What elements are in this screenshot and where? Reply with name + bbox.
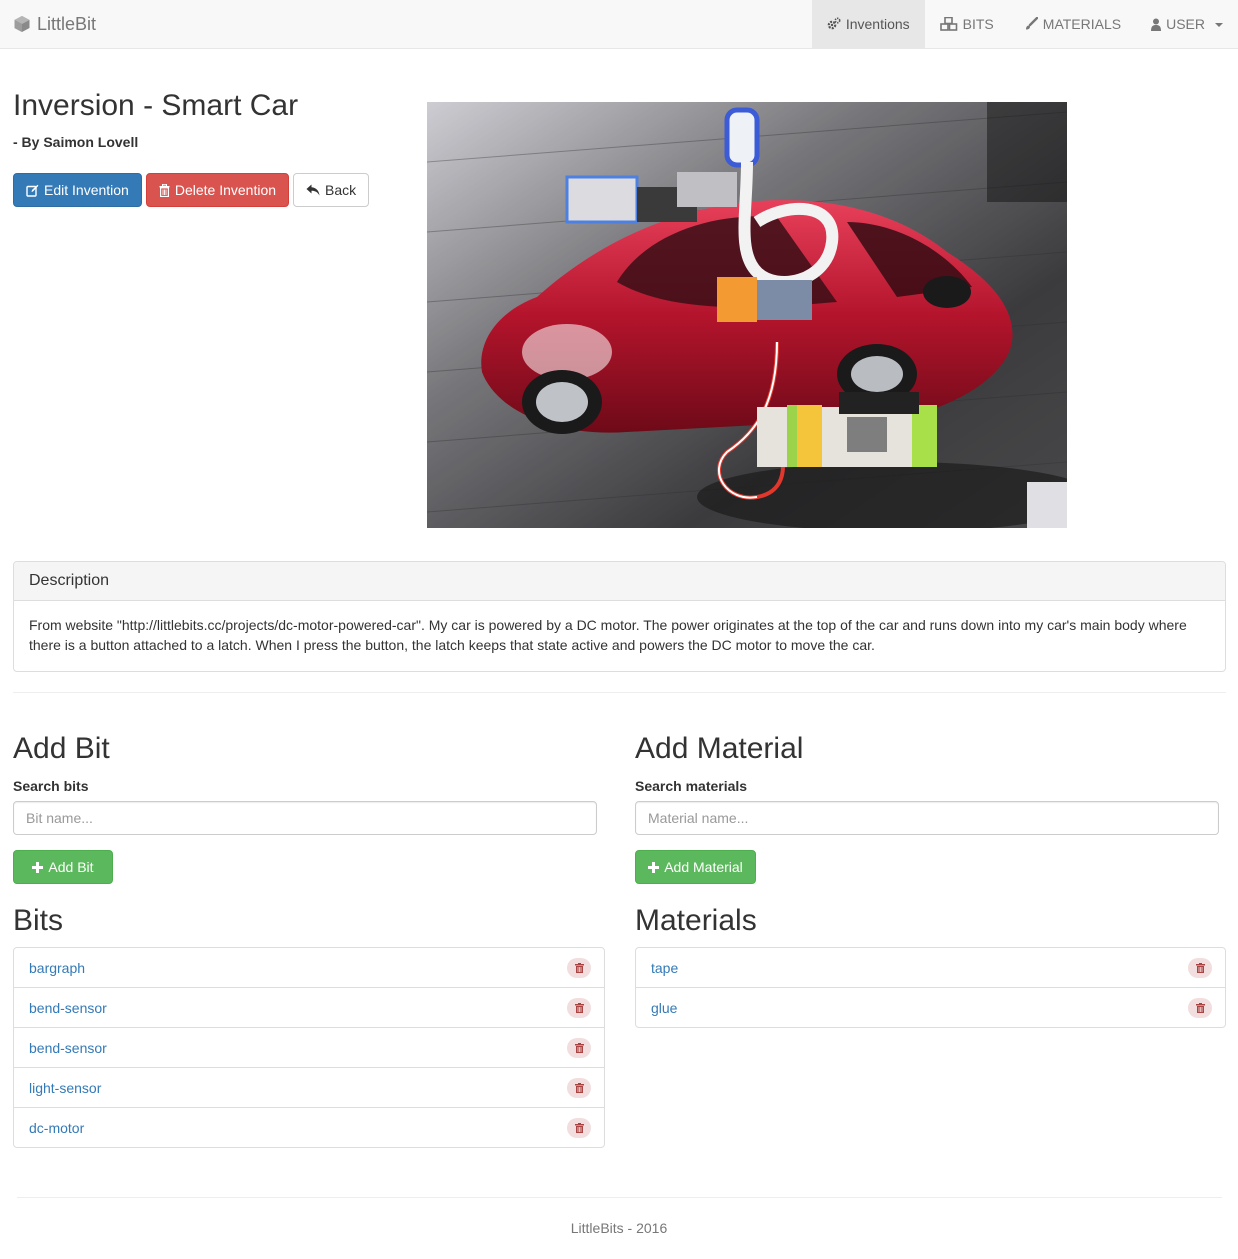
trash-icon <box>574 1122 584 1133</box>
reply-arrow-icon <box>306 184 320 196</box>
material-link[interactable]: glue <box>651 1000 677 1016</box>
bit-link[interactable]: bargraph <box>29 960 85 976</box>
delete-invention-label: Delete Invention <box>174 182 277 198</box>
delete-bit-button[interactable] <box>567 957 591 978</box>
gears-icon <box>827 17 841 31</box>
add-material-title: Add Material <box>635 732 804 765</box>
add-material-button[interactable]: Add Material <box>635 850 756 884</box>
plus-icon <box>648 861 660 873</box>
add-material-label: Add Material <box>664 859 743 875</box>
nav-user-dropdown[interactable]: USER <box>1136 0 1238 48</box>
bit-search-input[interactable] <box>13 801 597 835</box>
trash-icon <box>574 962 584 973</box>
trash-icon <box>1195 1002 1205 1013</box>
cube-icon <box>13 15 31 33</box>
divider <box>13 692 1226 693</box>
trash-icon <box>574 1082 584 1093</box>
nav-bits[interactable]: BITS <box>925 0 1009 48</box>
search-bits-label: Search bits <box>13 778 89 794</box>
back-label: Back <box>325 182 357 198</box>
delete-invention-button[interactable]: Delete Invention <box>145 173 290 207</box>
description-text: From website "http://littlebits.cc/proje… <box>29 617 1187 653</box>
edit-invention-label: Edit Invention <box>44 182 129 198</box>
edit-invention-button[interactable]: Edit Invention <box>13 173 142 207</box>
trash-icon <box>574 1042 584 1053</box>
invention-title: Inversion - Smart Car <box>13 89 299 122</box>
footer-divider <box>17 1197 1222 1198</box>
nav-materials[interactable]: MATERIALS <box>1009 0 1136 48</box>
materials-list: tape glue <box>635 947 1226 1028</box>
material-search-input[interactable] <box>635 801 1219 835</box>
back-button[interactable]: Back <box>293 173 370 207</box>
nav-materials-label: MATERIALS <box>1042 16 1122 32</box>
delete-bit-button[interactable] <box>567 1117 591 1138</box>
list-item: bargraph <box>13 947 605 988</box>
invention-actions: Edit Invention Delete Invention Back <box>13 173 370 207</box>
bit-link[interactable]: bend-sensor <box>29 1040 107 1056</box>
bit-link[interactable]: light-sensor <box>29 1080 101 1096</box>
navbar: LittleBit Inventions BITS MATERIALS USER <box>0 0 1238 49</box>
bits-list: bargraph bend-sensor bend-sensor light-s… <box>13 947 605 1148</box>
delete-material-button[interactable] <box>1188 997 1212 1018</box>
brand-name: LittleBit <box>37 13 97 34</box>
paintbrush-icon <box>1024 17 1038 31</box>
nav-user-label: USER <box>1166 16 1205 32</box>
caret-down-icon <box>1215 23 1223 27</box>
delete-bit-button[interactable] <box>567 1037 591 1058</box>
delete-bit-button[interactable] <box>567 997 591 1018</box>
user-icon <box>1151 18 1162 31</box>
add-bit-label: Add Bit <box>48 859 94 875</box>
search-materials-label: Search materials <box>635 778 748 794</box>
list-item: bend-sensor <box>13 1027 605 1068</box>
list-item: light-sensor <box>13 1067 605 1108</box>
description-panel: Description From website "http://littleb… <box>13 561 1226 672</box>
trash-icon <box>159 183 170 197</box>
delete-bit-button[interactable] <box>567 1077 591 1098</box>
trash-icon <box>1195 962 1205 973</box>
description-heading: Description <box>14 562 1225 601</box>
list-item: bend-sensor <box>13 987 605 1028</box>
edit-icon <box>26 184 39 197</box>
bit-link[interactable]: dc-motor <box>29 1120 84 1136</box>
materials-title: Materials <box>635 904 757 937</box>
trash-icon <box>574 1002 584 1013</box>
invention-author: - By Saimon Lovell <box>13 134 139 150</box>
material-link[interactable]: tape <box>651 960 678 976</box>
invention-photo <box>427 102 1067 528</box>
cubes-icon <box>939 17 958 31</box>
nav-bits-label: BITS <box>962 16 994 32</box>
nav-inventions-label: Inventions <box>845 16 910 32</box>
bit-link[interactable]: bend-sensor <box>29 1000 107 1016</box>
list-item: tape <box>635 947 1226 988</box>
add-bit-title: Add Bit <box>13 732 110 765</box>
list-item: dc-motor <box>13 1107 605 1148</box>
plus-icon <box>32 861 44 873</box>
delete-material-button[interactable] <box>1188 957 1212 978</box>
brand-link[interactable]: LittleBit <box>13 0 96 48</box>
add-bit-button[interactable]: Add Bit <box>13 850 113 884</box>
bits-title: Bits <box>13 904 64 937</box>
nav-inventions[interactable]: Inventions <box>811 0 925 48</box>
list-item: glue <box>635 987 1226 1028</box>
footer-text: LittleBits - 2016 <box>570 1220 668 1236</box>
